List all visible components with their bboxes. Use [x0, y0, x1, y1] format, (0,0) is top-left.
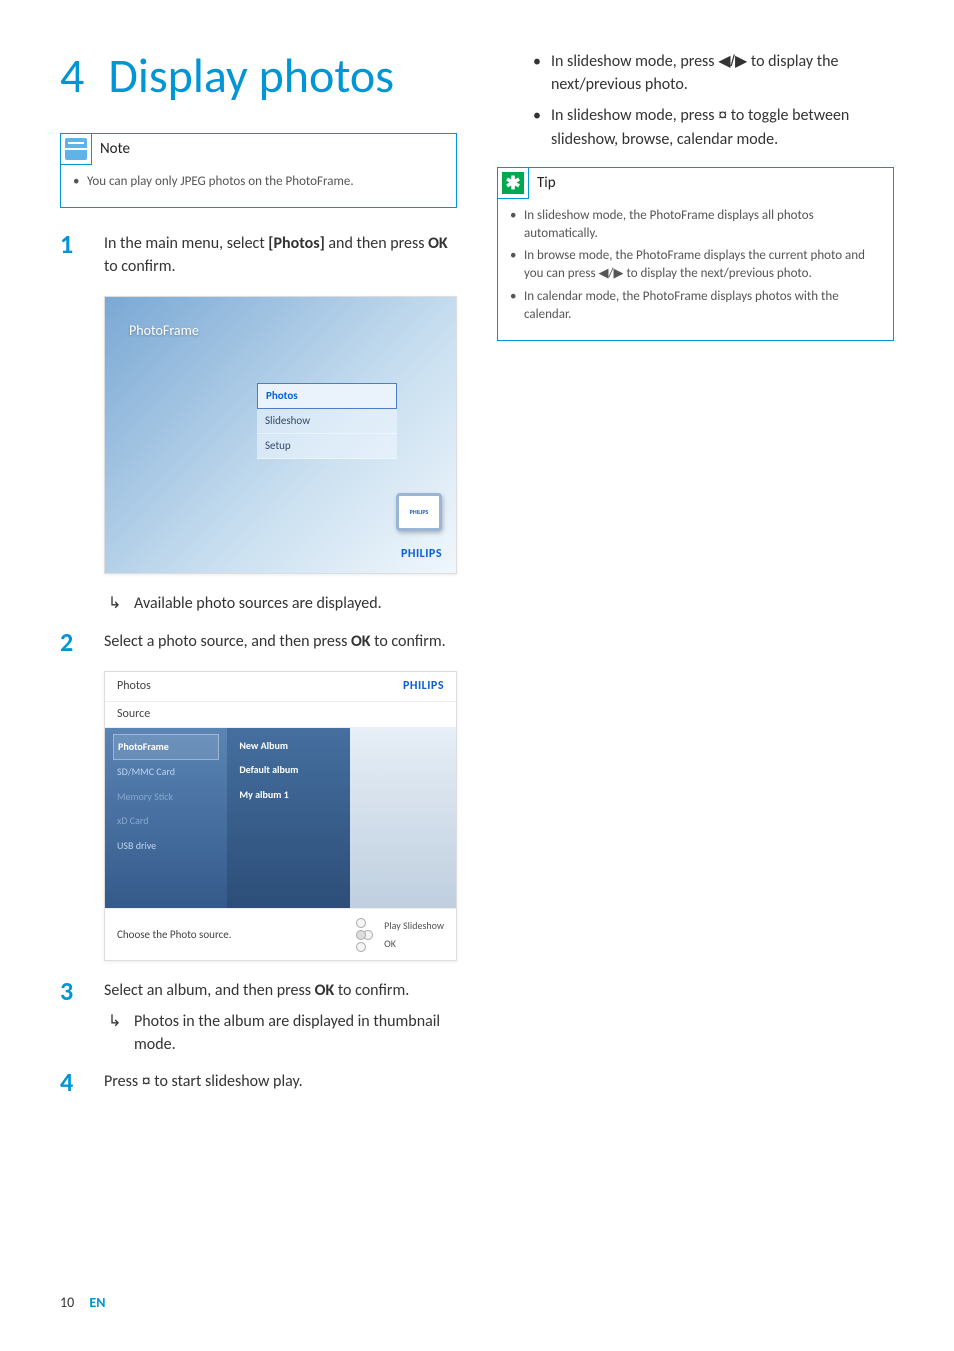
- note-callout: Note You can play only JPEG photos on th…: [60, 133, 457, 208]
- step-1-result: Available photo sources are displayed.: [104, 592, 457, 615]
- ss1-device-icon: PHILIPS: [396, 493, 442, 531]
- bullet-text: In slideshow mode, press: [551, 106, 718, 125]
- ss2-ctrl-ok: OK: [384, 937, 444, 952]
- slideshow-icon: ¤: [142, 1073, 151, 1090]
- right-bullet-2: In slideshow mode, press ¤ to toggle bet…: [497, 104, 894, 150]
- language-code: EN: [89, 1294, 105, 1311]
- step-text: to confirm.: [104, 257, 176, 276]
- page-number: 10: [60, 1294, 74, 1311]
- step-text: to confirm.: [334, 981, 409, 1000]
- ss1-app-title: PhotoFrame: [129, 321, 199, 341]
- ss2-ctrl-play: Play Slideshow: [384, 919, 444, 934]
- ss2-hint: Choose the Photo source.: [117, 927, 232, 943]
- step-number: 4: [60, 1064, 73, 1102]
- step-bold: OK: [351, 632, 371, 651]
- ss2-controls: Play Slideshow OK: [344, 918, 444, 952]
- ss2-album-my1[interactable]: My album 1: [235, 783, 341, 808]
- step-text: Select an album, and then press: [104, 981, 315, 1000]
- step-bold: [Photos]: [268, 234, 324, 253]
- step-text: to start slideshow play.: [151, 1072, 303, 1091]
- ss2-src-mstick[interactable]: Memory Stick: [113, 785, 219, 810]
- step-1: 1 In the main menu, select [Photos] and …: [60, 232, 457, 616]
- step-3: 3 Select an album, and then press OK to …: [60, 979, 457, 1057]
- tip-item: In calendar mode, the PhotoFrame display…: [510, 288, 881, 324]
- step-2: 2 Select a photo source, and then press …: [60, 630, 457, 961]
- note-icon: [60, 133, 92, 165]
- screenshot-source: Photos PHILIPS Source PhotoFrame SD/MMC …: [104, 671, 457, 961]
- ss2-src-sdmmc[interactable]: SD/MMC Card: [113, 760, 219, 785]
- step-bold: OK: [428, 234, 448, 253]
- ss2-album-new[interactable]: New Album: [235, 734, 341, 759]
- step-text: In the main menu, select: [104, 234, 268, 253]
- tip-label: Tip: [537, 168, 556, 198]
- ss1-brand-logo: PHILIPS: [401, 546, 442, 563]
- chapter-title: Display photos: [108, 46, 394, 105]
- step-bold: OK: [315, 981, 335, 1000]
- step-text: Select a photo source, and then press: [104, 632, 351, 651]
- ss2-dpad-icon: [344, 918, 378, 952]
- ss2-source-list: PhotoFrame SD/MMC Card Memory Stick xD C…: [105, 728, 227, 908]
- ss1-device-brand: PHILIPS: [410, 508, 429, 517]
- ss2-album-default[interactable]: Default album: [235, 758, 341, 783]
- ss2-subtitle: Source: [105, 702, 456, 728]
- bullet-text: In slideshow mode, press: [551, 52, 718, 71]
- page-footer: 10 EN: [60, 1294, 105, 1311]
- tip-icon: ✱: [497, 167, 529, 199]
- right-bullet-1: In slideshow mode, press ◀/▶ to display …: [497, 50, 894, 96]
- ss2-title: Photos: [117, 678, 151, 695]
- step-text: and then press: [325, 234, 428, 253]
- slideshow-icon: ¤: [718, 107, 727, 124]
- note-label: Note: [100, 134, 130, 164]
- tip-item: In slideshow mode, the PhotoFrame displa…: [510, 207, 881, 243]
- ss2-preview-pane: [350, 728, 456, 908]
- ss2-brand-logo: PHILIPS: [403, 678, 444, 695]
- ss1-menu-photos[interactable]: Photos: [257, 383, 397, 409]
- chapter-heading: 4Display photos: [60, 50, 457, 103]
- ss2-src-xd[interactable]: xD Card: [113, 809, 219, 834]
- step-text: to confirm.: [371, 632, 446, 651]
- ss2-src-photoframe[interactable]: PhotoFrame: [113, 734, 219, 761]
- step-3-result: Photos in the album are displayed in thu…: [104, 1010, 457, 1056]
- step-text: Press: [104, 1072, 142, 1091]
- step-4: 4 Press ¤ to start slideshow play.: [60, 1070, 457, 1093]
- ss1-menu-setup[interactable]: Setup: [257, 434, 397, 459]
- step-number: 1: [60, 226, 73, 264]
- note-item: You can play only JPEG photos on the Pho…: [73, 173, 444, 191]
- ss1-menu-slideshow[interactable]: Slideshow: [257, 409, 397, 434]
- chapter-number: 4: [60, 46, 84, 105]
- left-right-arrows-icon: ◀/▶: [718, 53, 747, 70]
- tip-callout: ✱ Tip In slideshow mode, the PhotoFrame …: [497, 167, 894, 341]
- ss1-menu: Photos Slideshow Setup: [257, 383, 397, 459]
- step-number: 2: [60, 624, 73, 662]
- right-bullet-list: In slideshow mode, press ◀/▶ to display …: [497, 50, 894, 151]
- step-number: 3: [60, 973, 73, 1011]
- screenshot-main-menu: PhotoFrame Photos Slideshow Setup PHILIP…: [104, 296, 457, 574]
- ss2-album-list: New Album Default album My album 1: [227, 728, 349, 908]
- tip-item: In browse mode, the PhotoFrame displays …: [510, 247, 881, 283]
- ss2-src-usb[interactable]: USB drive: [113, 834, 219, 859]
